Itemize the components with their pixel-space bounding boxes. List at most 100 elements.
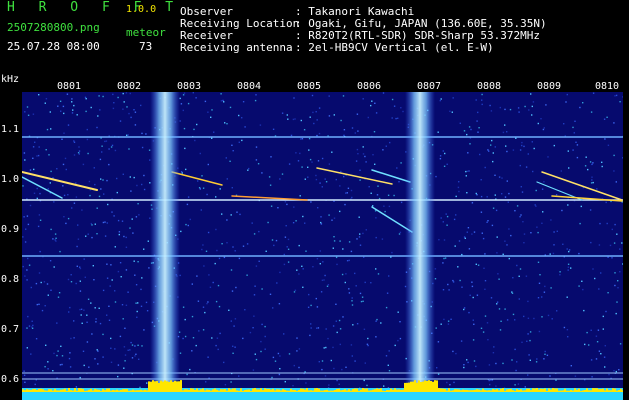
noise-dot: [592, 92, 595, 94]
noise-dot: [344, 203, 346, 206]
noise-dot: [38, 303, 40, 305]
noise-dot: [477, 131, 479, 133]
level-peak: [376, 388, 378, 392]
noise-dot: [293, 364, 295, 367]
noise-dot: [257, 163, 260, 165]
noise-dot: [343, 129, 346, 131]
noise-dot: [547, 156, 549, 158]
level-peak: [344, 389, 346, 392]
noise-dot: [524, 386, 526, 388]
noise-dot: [102, 289, 105, 292]
level-peak: [436, 380, 438, 392]
noise-dot: [199, 188, 201, 190]
noise-dot: [54, 233, 57, 235]
noise-dot: [98, 307, 100, 309]
noise-dot: [486, 322, 489, 324]
noise-dot: [90, 302, 92, 304]
noise-dot: [38, 214, 41, 216]
noise-dot: [305, 382, 307, 384]
noise-dot: [137, 344, 139, 346]
noise-dot: [333, 217, 336, 219]
noise-dot: [504, 240, 506, 242]
noise-dot: [458, 181, 460, 183]
noise-dot: [397, 339, 399, 342]
noise-dot: [49, 111, 51, 113]
noise-dot: [311, 94, 314, 97]
noise-dot: [510, 234, 512, 237]
level-peak: [568, 390, 570, 392]
x-tick-0801: 0801: [56, 81, 82, 92]
noise-dot: [538, 282, 541, 284]
noise-dot: [199, 152, 201, 155]
noise-dot: [180, 171, 183, 173]
noise-dot: [508, 192, 510, 195]
noise-dot: [65, 222, 67, 225]
level-peak: [528, 388, 530, 392]
noise-dot: [498, 308, 501, 310]
level-peak: [400, 389, 402, 392]
noise-dot: [534, 204, 536, 206]
noise-dot: [566, 329, 569, 331]
noise-dot: [559, 271, 561, 273]
noise-dot: [255, 94, 257, 96]
level-peak: [284, 389, 286, 392]
noise-dot: [213, 131, 215, 133]
x-tick-0802: 0802: [116, 81, 142, 92]
level-peak: [210, 390, 212, 392]
noise-dot: [59, 100, 62, 102]
noise-dot: [242, 337, 244, 340]
level-peak: [292, 389, 294, 392]
noise-dot: [540, 118, 542, 120]
noise-dot: [523, 242, 525, 244]
noise-dot: [457, 266, 459, 268]
app-version: 1.0.0: [126, 4, 157, 15]
noise-dot: [61, 355, 64, 357]
noise-dot: [446, 163, 448, 165]
noise-dot: [317, 327, 320, 329]
noise-dot: [494, 174, 496, 176]
noise-dot: [252, 369, 255, 371]
noise-dot: [102, 333, 104, 336]
noise-dot: [218, 305, 221, 308]
noise-dot: [241, 139, 243, 142]
level-peak: [182, 390, 184, 392]
noise-dot: [544, 285, 546, 288]
level-peak: [506, 389, 508, 392]
noise-dot: [400, 107, 402, 109]
noise-dot: [475, 263, 477, 265]
noise-dot: [80, 308, 83, 310]
noise-dot: [514, 319, 516, 321]
level-peak: [136, 390, 138, 392]
noise-dot: [363, 256, 365, 258]
level-peak: [174, 380, 176, 392]
noise-dot: [436, 367, 438, 369]
level-peak: [556, 388, 558, 392]
noise-dot: [234, 346, 236, 348]
level-peak: [246, 389, 248, 392]
noise-dot: [498, 278, 500, 280]
noise-dot: [603, 118, 606, 120]
level-peak: [538, 389, 540, 392]
noise-dot: [476, 194, 478, 196]
noise-dot: [352, 324, 354, 326]
noise-dot: [106, 314, 108, 316]
noise-dot: [537, 122, 539, 125]
noise-dot: [402, 110, 404, 113]
level-peak: [416, 382, 418, 392]
noise-dot: [356, 238, 358, 240]
noise-dot: [611, 228, 613, 231]
noise-dot: [48, 154, 50, 156]
noise-dot: [350, 344, 353, 346]
noise-dot: [97, 115, 99, 117]
noise-dot: [261, 288, 263, 290]
level-peak: [108, 388, 110, 392]
noise-dot: [304, 178, 306, 180]
noise-dot: [519, 164, 521, 167]
noise-dot: [391, 251, 393, 254]
noise-dot: [535, 205, 537, 207]
level-peak: [398, 389, 400, 392]
noise-dot: [83, 309, 85, 311]
level-peak: [312, 390, 314, 392]
level-peak: [282, 389, 284, 392]
level-peak: [220, 389, 222, 392]
